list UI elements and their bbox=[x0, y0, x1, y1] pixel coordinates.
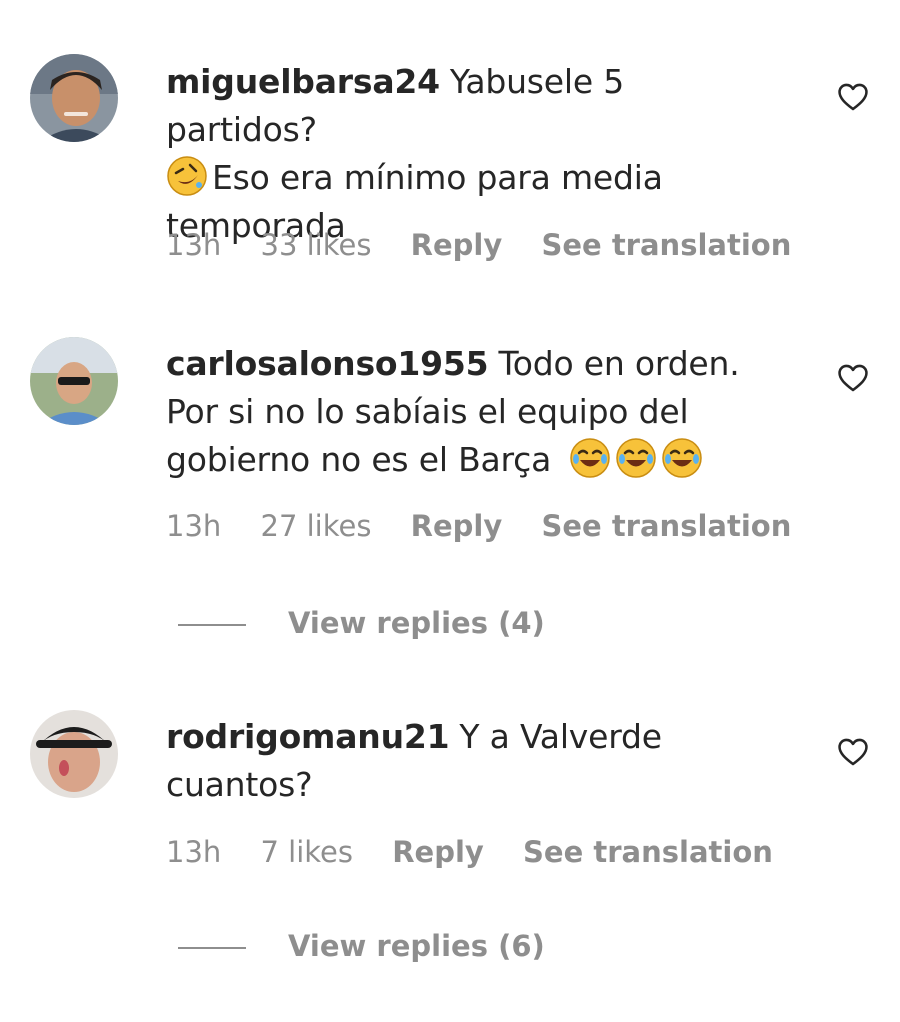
comment-meta: 13h 33 likes Reply See translation bbox=[166, 228, 821, 262]
comment-username[interactable]: carlosalonso1955 bbox=[166, 344, 489, 383]
heart-outline-icon[interactable] bbox=[836, 735, 870, 769]
avatar[interactable] bbox=[30, 337, 118, 425]
comment-likes[interactable]: 27 likes bbox=[261, 509, 372, 543]
comment-meta: 13h 27 likes Reply See translation bbox=[166, 509, 821, 543]
view-replies-button[interactable]: View replies (4) bbox=[178, 606, 545, 640]
see-translation-button[interactable]: See translation bbox=[542, 509, 792, 543]
heart-outline-icon[interactable] bbox=[836, 80, 870, 114]
rolling-on-floor-laughing-emoji bbox=[166, 155, 208, 197]
view-replies-label: View replies (6) bbox=[288, 929, 545, 963]
comment-time: 13h bbox=[166, 509, 222, 543]
reply-button[interactable]: Reply bbox=[411, 509, 503, 543]
face-with-tears-of-joy-emoji bbox=[661, 437, 703, 479]
avatar[interactable] bbox=[30, 54, 118, 142]
comment-likes[interactable]: 7 likes bbox=[261, 835, 354, 869]
comment-username[interactable]: rodrigomanu21 bbox=[166, 717, 450, 756]
see-translation-button[interactable]: See translation bbox=[542, 228, 792, 262]
avatar[interactable] bbox=[30, 710, 118, 798]
comment-username[interactable]: miguelbarsa24 bbox=[166, 62, 440, 101]
comment-likes[interactable]: 33 likes bbox=[261, 228, 372, 262]
comment-time: 13h bbox=[166, 228, 222, 262]
view-replies-label: View replies (4) bbox=[288, 606, 545, 640]
comment-meta: 13h 7 likes Reply See translation bbox=[166, 835, 803, 869]
reply-button[interactable]: Reply bbox=[411, 228, 503, 262]
see-translation-button[interactable]: See translation bbox=[523, 835, 773, 869]
divider-line bbox=[178, 624, 246, 626]
face-with-tears-of-joy-emoji bbox=[569, 437, 611, 479]
face-with-tears-of-joy-emoji bbox=[615, 437, 657, 479]
reply-button[interactable]: Reply bbox=[392, 835, 484, 869]
comment-time: 13h bbox=[166, 835, 222, 869]
comments-list: miguelbarsa24 Yabusele 5 partidos? Eso er… bbox=[0, 0, 900, 1022]
heart-outline-icon[interactable] bbox=[836, 361, 870, 395]
divider-line bbox=[178, 947, 246, 949]
view-replies-button[interactable]: View replies (6) bbox=[178, 929, 545, 963]
